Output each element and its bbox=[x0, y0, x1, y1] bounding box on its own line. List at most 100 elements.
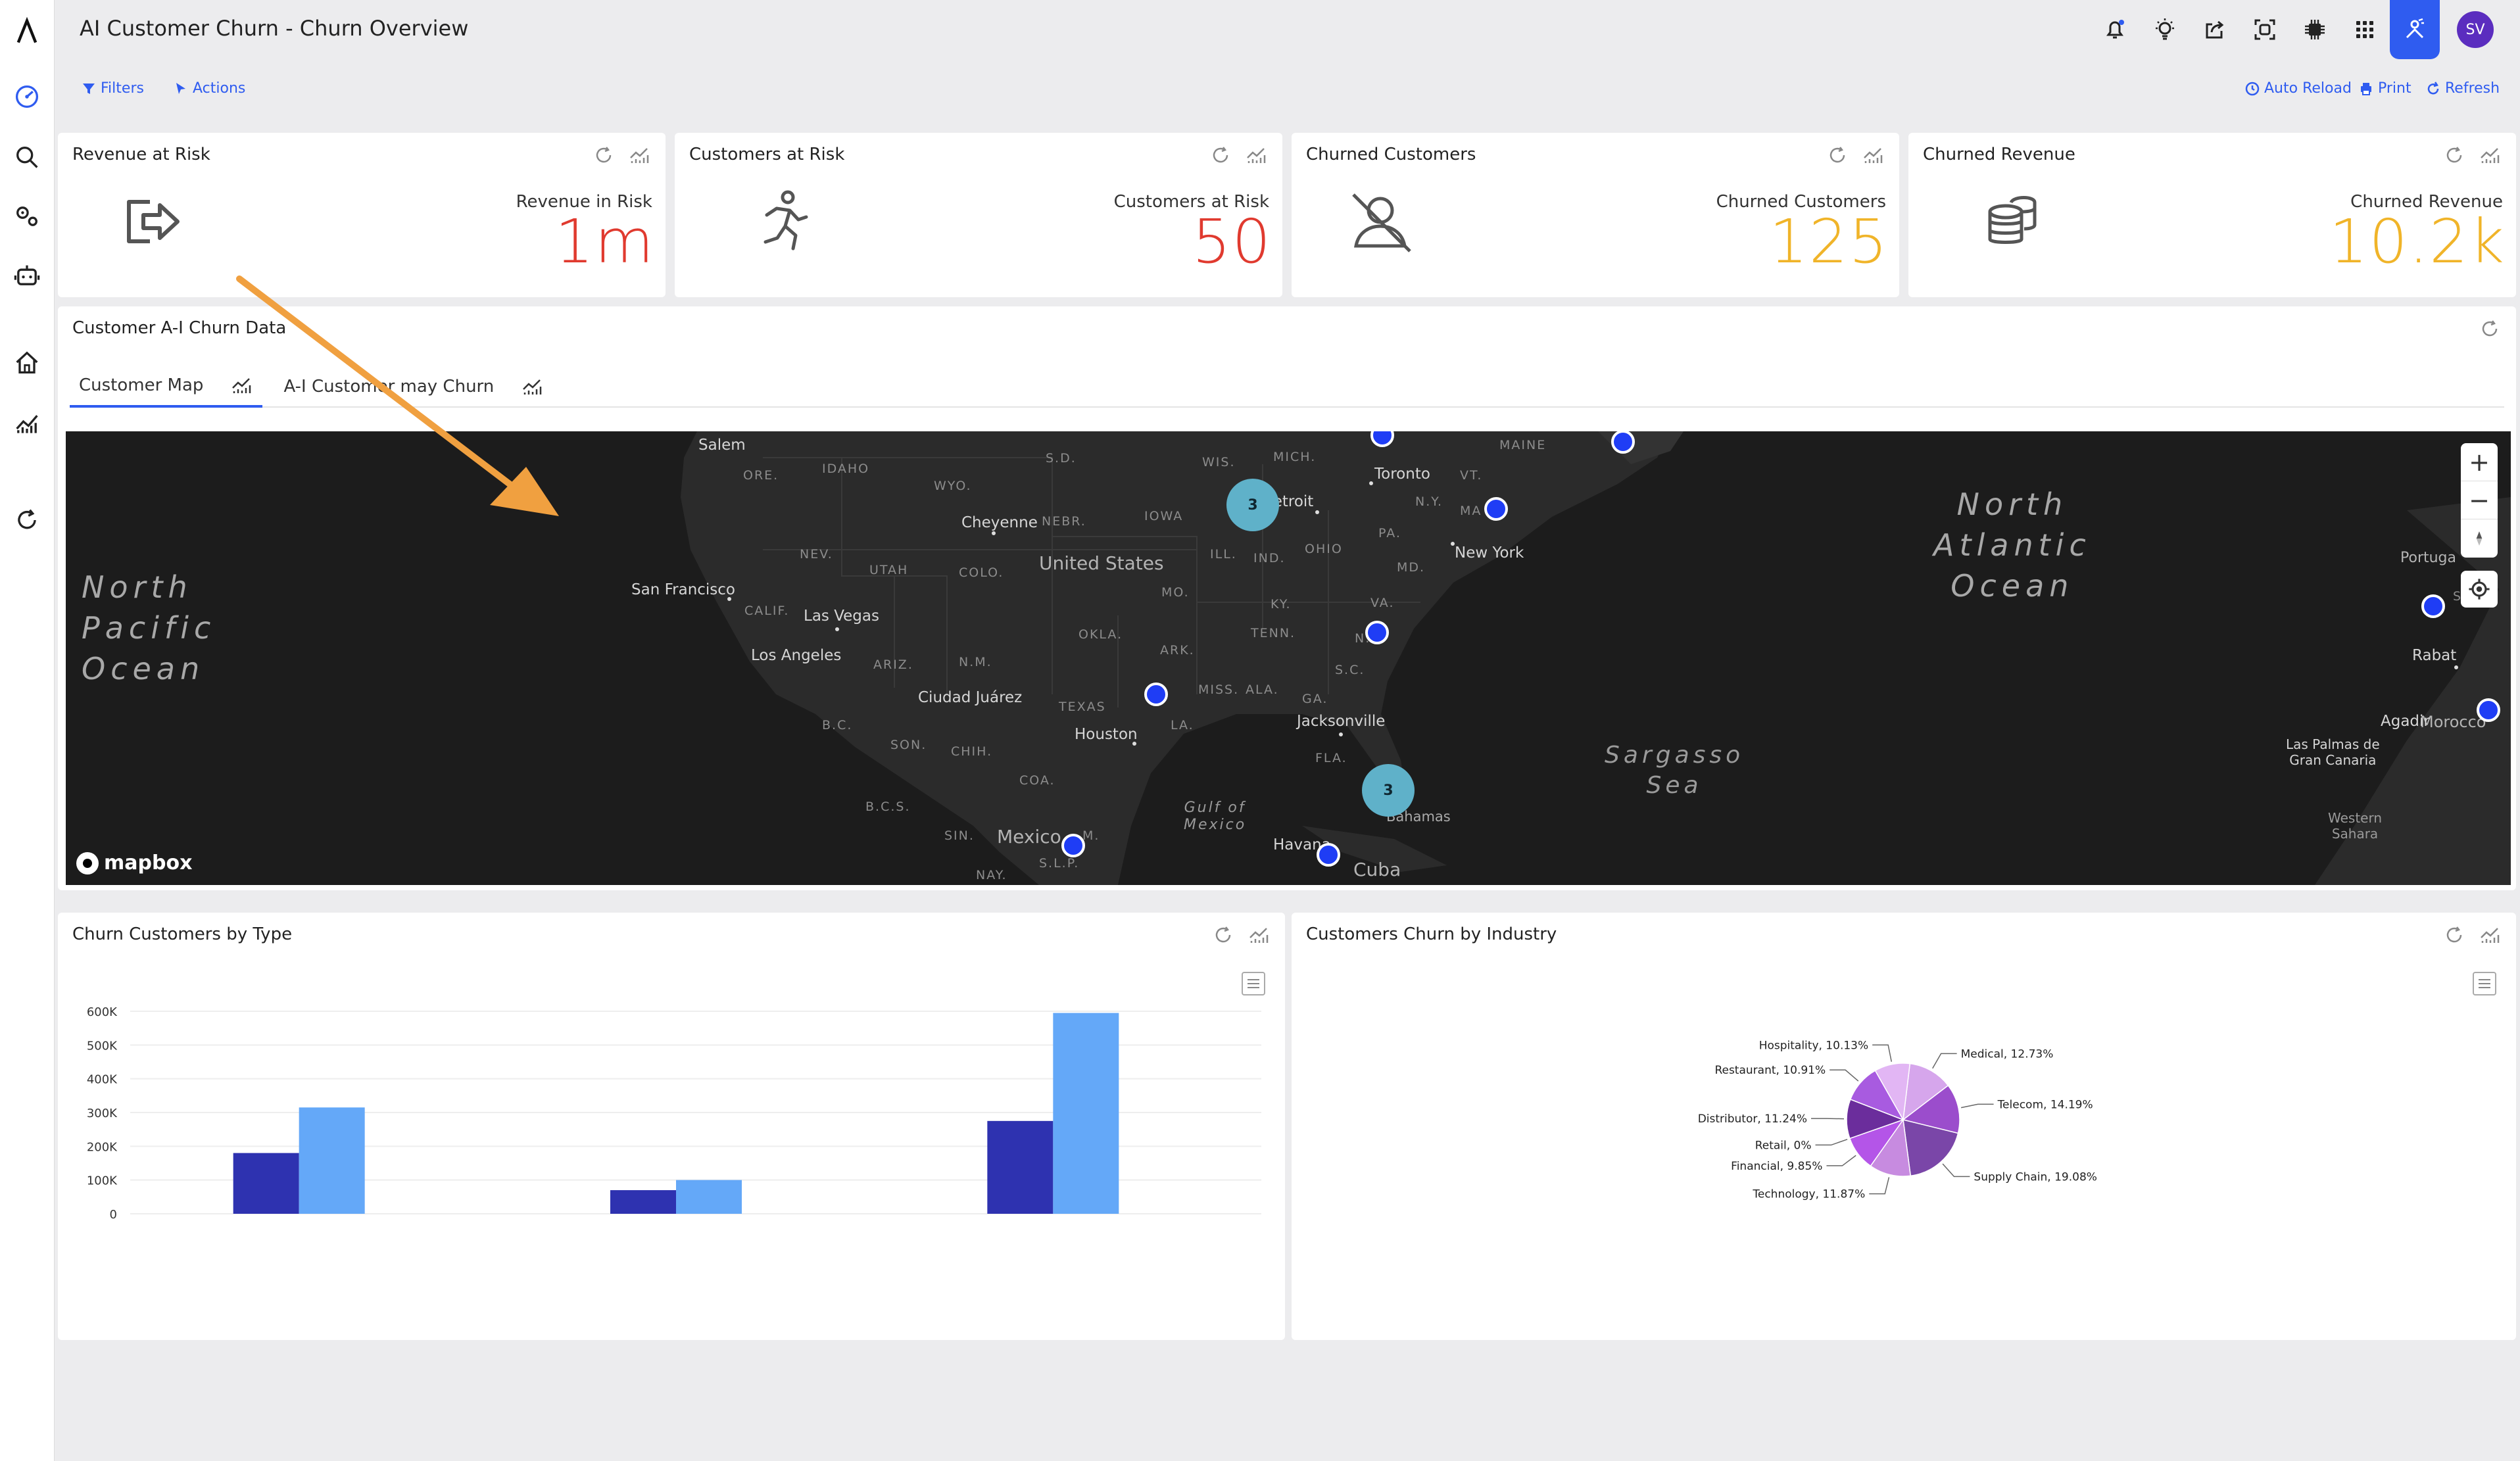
reload-icon[interactable] bbox=[2442, 143, 2466, 167]
y-tick-label: 500K bbox=[87, 1039, 118, 1053]
agent-person-icon[interactable] bbox=[2390, 0, 2440, 59]
zoom-out-button[interactable]: − bbox=[2461, 481, 2498, 519]
city-dot bbox=[1132, 742, 1136, 746]
pie-chart: Medical, 12.73% Telecom, 14.19% Supply Cha… bbox=[1698, 1039, 2097, 1201]
customer-marker[interactable] bbox=[1365, 621, 1389, 644]
mapbox-label: mapbox bbox=[104, 851, 193, 874]
customer-marker[interactable] bbox=[2421, 594, 2445, 618]
y-tick-label: 0 bbox=[110, 1208, 117, 1222]
city-dot bbox=[1339, 732, 1343, 736]
compass-button[interactable] bbox=[2461, 519, 2498, 558]
dashboard-toolbar: Filters Actions Auto Reload Print Refres… bbox=[55, 74, 2520, 107]
country-label-western-sahara: Western Sahara bbox=[2328, 810, 2383, 842]
pie-data-label: Financial, 9.85% bbox=[1731, 1160, 1822, 1173]
reload-icon[interactable] bbox=[1826, 143, 1849, 167]
pie-data-label: Telecom, 14.19% bbox=[1997, 1098, 2093, 1111]
customer-cluster[interactable]: 3 bbox=[1226, 479, 1279, 531]
pie-leader-line bbox=[1815, 1139, 1848, 1146]
customer-marker[interactable] bbox=[1061, 834, 1085, 857]
state-label: N.Y. bbox=[1415, 494, 1443, 509]
chart-icon[interactable] bbox=[1244, 143, 1268, 167]
customer-marker[interactable] bbox=[1317, 843, 1340, 867]
state-label: SIN. bbox=[944, 828, 975, 843]
chip-icon[interactable] bbox=[2290, 0, 2340, 59]
state-label: MAINE bbox=[1499, 438, 1547, 452]
state-label: MICH. bbox=[1273, 450, 1317, 464]
home-icon[interactable] bbox=[8, 343, 46, 381]
card-tools bbox=[1814, 143, 1885, 167]
bar[interactable] bbox=[1053, 1013, 1119, 1214]
chart-icon[interactable] bbox=[627, 143, 651, 167]
state-label: IND. bbox=[1253, 551, 1286, 565]
pie-leader-line bbox=[1872, 1044, 1893, 1062]
bar[interactable] bbox=[676, 1180, 742, 1214]
ocean-label-pacific: North Pacific Ocean bbox=[82, 569, 216, 686]
chart-icon[interactable] bbox=[2478, 143, 2502, 167]
filters-button[interactable]: Filters bbox=[81, 80, 144, 97]
pie-leader-line bbox=[1826, 1155, 1856, 1166]
analytics-chart-icon[interactable] bbox=[8, 402, 46, 441]
bar[interactable] bbox=[233, 1153, 299, 1214]
state-label: OHIO bbox=[1305, 542, 1343, 556]
bar-chart: 0 100K 200K 300K 400K 500K 600K bbox=[87, 1005, 1261, 1222]
annotation-arrow-icon bbox=[236, 275, 559, 516]
actions-button[interactable]: Actions bbox=[173, 80, 245, 97]
country-label-morocco: Morocco bbox=[2420, 713, 2486, 731]
city-label-cheyenne: Cheyenne bbox=[961, 514, 1038, 531]
bar[interactable] bbox=[299, 1107, 365, 1214]
zoom-in-button[interactable]: + bbox=[2461, 443, 2498, 481]
city-dot bbox=[1315, 510, 1319, 514]
customer-marker[interactable] bbox=[2477, 698, 2500, 722]
sidebar bbox=[0, 0, 55, 1461]
city-dot bbox=[835, 627, 839, 631]
lightbulb-icon[interactable] bbox=[2140, 0, 2190, 59]
compass-icon bbox=[2476, 531, 2483, 546]
state-label: TEXAS bbox=[1059, 700, 1106, 714]
exit-icon bbox=[127, 200, 180, 243]
print-button[interactable]: Print bbox=[2358, 80, 2411, 97]
screenshot-icon[interactable] bbox=[2240, 0, 2290, 59]
reload-icon[interactable] bbox=[1209, 143, 1232, 167]
settings-gears-icon[interactable] bbox=[8, 197, 46, 235]
pie-leader-line bbox=[1829, 1069, 1859, 1082]
kpi-card-churned-revenue: Churned Revenue Churned Revenue 10.2k bbox=[1908, 133, 2516, 297]
card-tools bbox=[2466, 317, 2502, 341]
cursor-icon bbox=[176, 82, 185, 94]
user-avatar[interactable]: SV bbox=[2457, 11, 2494, 48]
mapbox-attribution[interactable]: mapbox bbox=[76, 851, 192, 874]
running-person-icon bbox=[763, 190, 808, 251]
geolocate-button[interactable] bbox=[2461, 571, 2498, 608]
coins-icon bbox=[1988, 196, 2037, 244]
pie-leader-line bbox=[1942, 1163, 1970, 1178]
app-logo-icon[interactable] bbox=[8, 12, 46, 50]
dashboard-gauge-icon[interactable] bbox=[8, 78, 46, 116]
notifications-bell-icon[interactable] bbox=[2090, 0, 2140, 59]
share-icon[interactable] bbox=[2190, 0, 2240, 59]
refresh-label: Refresh bbox=[2445, 80, 2500, 97]
apps-grid-icon[interactable] bbox=[2340, 0, 2390, 59]
city-label-houston: Houston bbox=[1075, 726, 1138, 743]
reload-icon[interactable] bbox=[2478, 317, 2502, 341]
refresh-button[interactable]: Refresh bbox=[2425, 80, 2500, 97]
city-dot bbox=[727, 597, 731, 601]
state-label: S.L.P. bbox=[1039, 856, 1080, 871]
customer-cluster[interactable]: 3 bbox=[1362, 764, 1415, 817]
robot-icon[interactable] bbox=[8, 256, 46, 295]
reload-icon[interactable] bbox=[592, 143, 616, 167]
customer-marker[interactable] bbox=[1144, 683, 1168, 706]
chart-icon[interactable] bbox=[1861, 143, 1885, 167]
reload-icon[interactable] bbox=[8, 501, 46, 539]
bar[interactable] bbox=[987, 1120, 1054, 1214]
auto-reload-button[interactable]: Auto Reload bbox=[2244, 80, 2352, 97]
state-label: ARK. bbox=[1160, 643, 1195, 658]
city-label-san-francisco: San Francisco bbox=[631, 581, 736, 598]
state-label: CHIH. bbox=[951, 744, 993, 759]
bar[interactable] bbox=[610, 1190, 676, 1214]
churn-by-type-panel: Churn Customers by Type 0 100K 200K 300K 400… bbox=[58, 913, 1285, 1340]
state-label: NAY. bbox=[976, 868, 1007, 882]
customer-marker[interactable] bbox=[1484, 497, 1508, 521]
state-label: COA. bbox=[1019, 773, 1055, 788]
search-icon[interactable] bbox=[8, 138, 46, 176]
state-label: LA. bbox=[1171, 718, 1194, 732]
pie-data-label: Restaurant, 10.91% bbox=[1714, 1064, 1826, 1077]
